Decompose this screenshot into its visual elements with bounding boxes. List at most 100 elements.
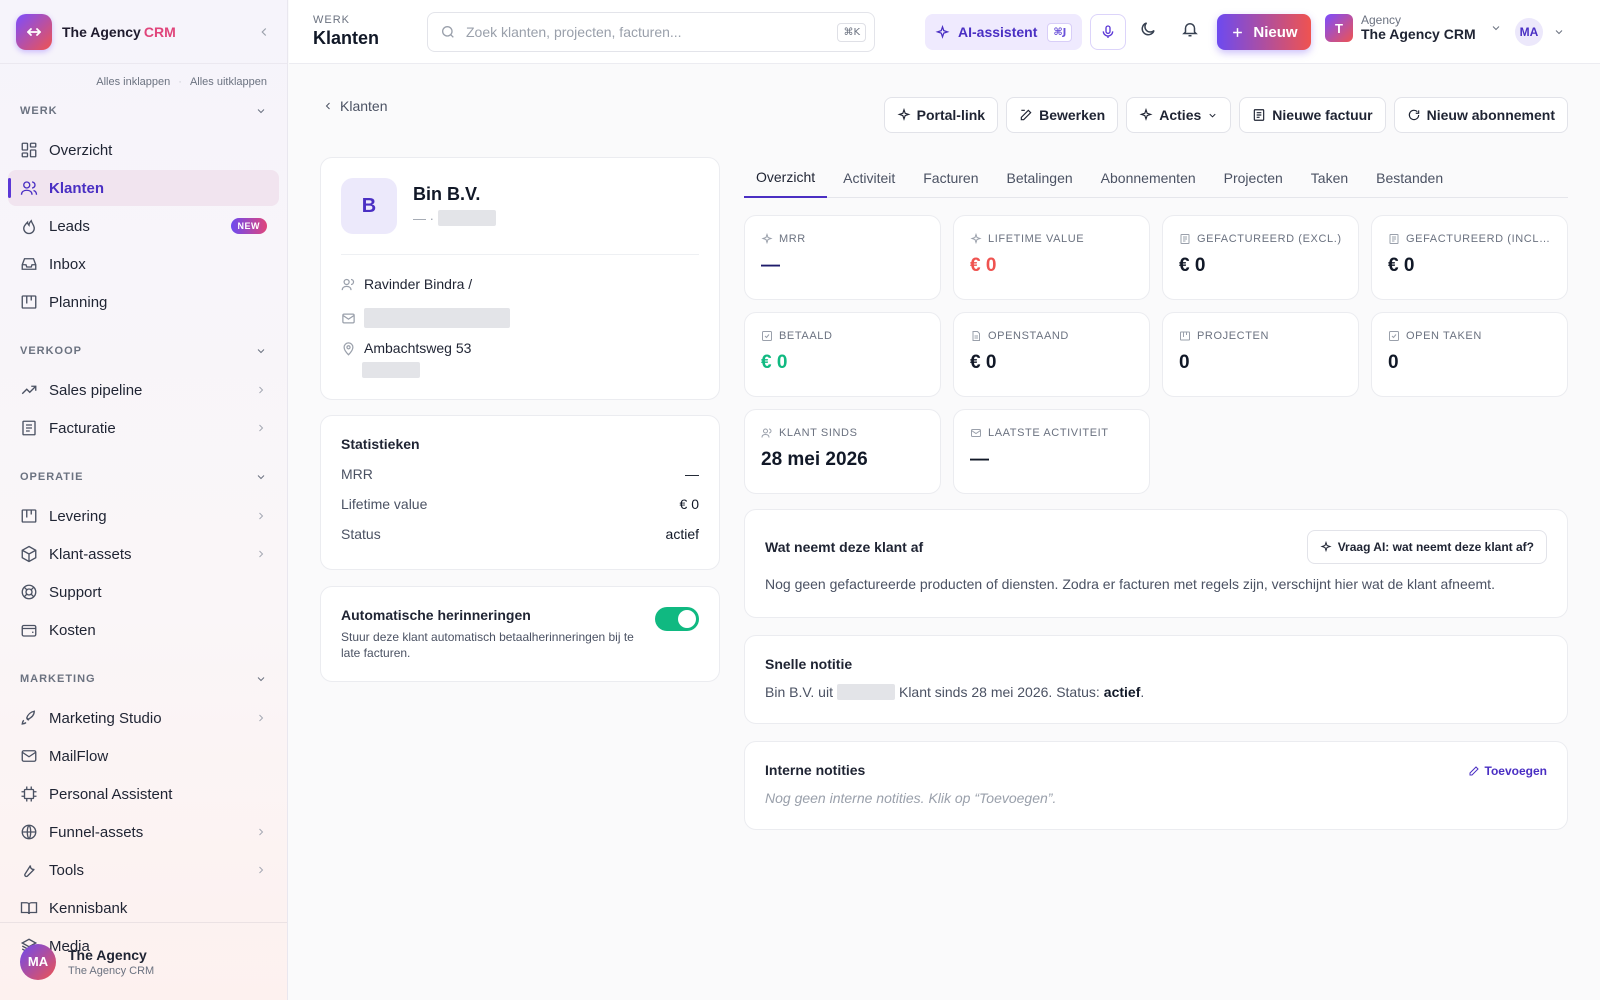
sidebar-item-label: Klanten xyxy=(49,179,105,197)
app-logo[interactable] xyxy=(16,13,52,50)
voice-button[interactable] xyxy=(1090,14,1126,50)
kanban-icon xyxy=(21,509,37,523)
sparkle-icon xyxy=(761,233,773,245)
ai-assistant-button[interactable]: AI-assistent ⌘J xyxy=(925,14,1083,50)
sidebar-item-planning[interactable]: Planning xyxy=(8,284,279,320)
sidebar-item-mailflow[interactable]: MailFlow xyxy=(8,738,279,774)
stat-value: actief xyxy=(665,526,699,542)
address-line: Ambachtsweg 53 xyxy=(364,340,472,356)
expand-all-link[interactable]: Alles uitklappen xyxy=(190,76,267,88)
section-marketing[interactable]: MARKETING xyxy=(0,668,287,690)
sidebar-item-klanten[interactable]: Klanten xyxy=(8,170,279,206)
chevron-down-icon xyxy=(257,349,265,354)
actions-dropdown[interactable]: Acties xyxy=(1126,97,1232,133)
collapse-sidebar-icon[interactable] xyxy=(257,25,271,39)
sparkle-icon xyxy=(1320,541,1332,553)
users-icon xyxy=(20,181,38,195)
tab-bestanden[interactable]: Bestanden xyxy=(1364,158,1455,198)
ask-ai-button[interactable]: Vraag AI: wat neemt deze klant af? xyxy=(1306,530,1547,564)
tab-projecten[interactable]: Projecten xyxy=(1212,158,1295,198)
new-button[interactable]: Nieuw xyxy=(1217,14,1311,50)
tab-taken[interactable]: Taken xyxy=(1299,158,1360,198)
chevron-right-icon xyxy=(259,866,264,874)
sidebar-item-kennisbank[interactable]: Kennisbank xyxy=(8,890,279,926)
check-square-icon xyxy=(762,331,772,341)
kanban-icon xyxy=(1180,331,1190,341)
stat-label: Status xyxy=(341,526,381,542)
edit-button[interactable]: Bewerken xyxy=(1006,97,1119,133)
user-menu[interactable]: MA xyxy=(1515,18,1565,46)
users-icon xyxy=(341,278,355,290)
client-email xyxy=(341,308,510,328)
button-label: Nieuwe factuur xyxy=(1272,107,1373,123)
reminders-toggle[interactable] xyxy=(655,607,699,631)
stat-row: Lifetime value € 0 xyxy=(341,496,699,512)
new-invoice-button[interactable]: Nieuwe factuur xyxy=(1239,97,1386,133)
tab-abonnementen[interactable]: Abonnementen xyxy=(1089,158,1208,198)
search-input[interactable] xyxy=(466,24,838,40)
client-tabs: Overzicht Activiteit Facturen Betalingen… xyxy=(744,158,1568,198)
section-verkoop[interactable]: VERKOOP xyxy=(0,340,287,362)
sidebar-item-label: MailFlow xyxy=(49,747,109,765)
collapse-all-link[interactable]: Alles inklappen xyxy=(96,76,170,88)
edit-icon xyxy=(1469,766,1479,776)
redacted-email[interactable] xyxy=(364,308,510,328)
sidebar-item-leads[interactable]: Leads NEW xyxy=(8,208,279,244)
brand-suffix: CRM xyxy=(143,23,176,40)
search-bar[interactable]: ⌘K xyxy=(427,12,875,52)
section-werk[interactable]: WERK xyxy=(0,100,287,122)
products-empty-text: Nog geen gefactureerde producten of dien… xyxy=(765,576,1495,592)
products-card: Wat neemt deze klant af Vraag AI: wat ne… xyxy=(744,509,1568,618)
file-icon xyxy=(972,331,980,341)
theme-toggle-button[interactable] xyxy=(1139,20,1157,38)
chevron-right-icon xyxy=(259,512,264,520)
redacted-text xyxy=(836,684,895,700)
new-subscription-button[interactable]: Nieuw abonnement xyxy=(1393,97,1568,133)
refresh-icon xyxy=(1408,109,1419,121)
sidebar-item-personal-assistant[interactable]: Personal Assistent xyxy=(8,776,279,812)
sidebar-item-label: Overzicht xyxy=(49,141,113,159)
user-org: The Agency CRM xyxy=(68,964,155,977)
card-description: Stuur deze klant automatisch betaalherin… xyxy=(341,630,634,661)
sidebar-toggle-links: Alles inklappen · Alles uitklappen xyxy=(0,64,287,88)
notifications-button[interactable] xyxy=(1181,20,1199,38)
card-title: Interne notities xyxy=(765,762,866,778)
tab-activiteit[interactable]: Activiteit xyxy=(831,158,907,198)
sidebar-item-overzicht[interactable]: Overzicht xyxy=(8,132,279,168)
sidebar-item-marketing-studio[interactable]: Marketing Studio xyxy=(8,700,279,736)
section-label: MARKETING xyxy=(20,673,96,685)
chevron-down-icon xyxy=(257,475,265,480)
sidebar-item-klant-assets[interactable]: Klant-assets xyxy=(8,536,279,572)
portal-link-button[interactable]: Portal-link xyxy=(883,97,999,133)
sidebar-item-levering[interactable]: Levering xyxy=(8,498,279,534)
sidebar-user[interactable]: MA The Agency The Agency CRM xyxy=(0,922,287,1000)
map-pin-icon xyxy=(343,341,354,356)
breadcrumb-section: WERK xyxy=(313,14,350,26)
sidebar-item-inbox[interactable]: Inbox xyxy=(8,246,279,282)
section-operatie[interactable]: OPERATIE xyxy=(0,466,287,488)
chevron-down-icon xyxy=(257,677,265,682)
sidebar-header: The Agency CRM xyxy=(0,0,287,64)
tab-facturen[interactable]: Facturen xyxy=(911,158,990,198)
sidebar-item-facturatie[interactable]: Facturatie xyxy=(8,410,279,446)
sidebar-item-kosten[interactable]: Kosten xyxy=(8,612,279,648)
sidebar-item-tools[interactable]: Tools xyxy=(8,852,279,888)
kpi-value: 28 mei 2026 xyxy=(761,449,868,470)
sidebar-item-sales-pipeline[interactable]: Sales pipeline xyxy=(8,372,279,408)
kpi-value: 0 xyxy=(1388,352,1399,373)
tab-overzicht[interactable]: Overzicht xyxy=(744,158,828,198)
note-middle: Klant sinds 28 mei 2026. Status: xyxy=(898,684,1100,700)
tab-betalingen[interactable]: Betalingen xyxy=(995,158,1085,198)
action-bar: Portal-link Bewerken Acties Nieuwe factu… xyxy=(883,97,1568,133)
sidebar-item-label: Funnel-assets xyxy=(49,823,144,841)
card-title: Automatische herinneringen xyxy=(341,607,531,623)
section-label: OPERATIE xyxy=(20,471,84,483)
sidebar-item-support[interactable]: Support xyxy=(8,574,279,610)
back-link[interactable]: Klanten xyxy=(322,98,387,114)
card-title: Snelle notitie xyxy=(765,656,853,672)
chevron-down-icon xyxy=(1492,26,1499,31)
org-switcher[interactable]: T Agency The Agency CRM xyxy=(1325,13,1502,43)
add-note-button[interactable]: Toevoegen xyxy=(1468,764,1547,778)
chevron-right-icon xyxy=(259,714,264,722)
sidebar-item-funnel-assets[interactable]: Funnel-assets xyxy=(8,814,279,850)
